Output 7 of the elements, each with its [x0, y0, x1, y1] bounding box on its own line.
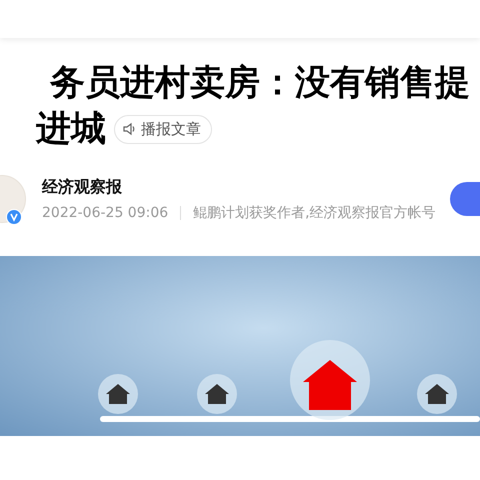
author-description: 鲲鹏计划获奖作者,经济观察报官方帐号 — [193, 204, 436, 222]
article-title: 务员进村卖房：没有销售提 — [48, 62, 471, 104]
publish-date: 2022-06-25 09:06 — [42, 204, 168, 222]
article-title: 进城 — [34, 108, 106, 150]
listen-button[interactable]: 播报文章 — [114, 114, 212, 144]
speaker-icon — [123, 122, 137, 136]
author-name[interactable]: 经济观察报 — [42, 174, 450, 198]
